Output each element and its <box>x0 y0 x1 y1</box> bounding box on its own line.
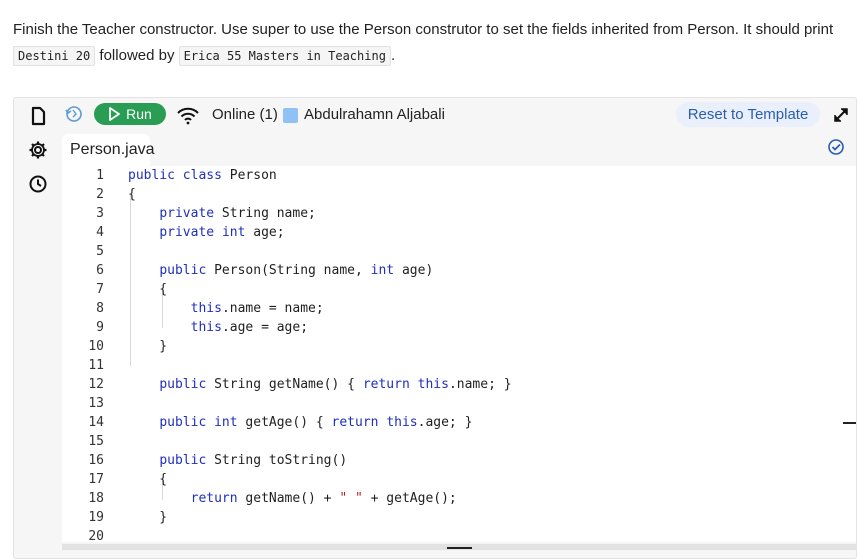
code-line[interactable]: 20 <box>62 527 856 542</box>
line-number: 12 <box>88 377 104 392</box>
code-line[interactable]: 2{ <box>62 185 856 204</box>
line-number: 7 <box>96 282 104 297</box>
code-text[interactable]: } <box>128 508 167 527</box>
user-name: Abdulrahamn Aljabali <box>304 106 445 123</box>
code-line[interactable]: 8 this.name = name; <box>62 299 856 318</box>
line-number: 8 <box>96 301 104 316</box>
reset-label: Reset to Template <box>687 106 809 123</box>
code-text[interactable]: this.name = name; <box>128 299 324 318</box>
code-line[interactable]: 5 <box>62 242 856 261</box>
code-editor[interactable]: 1 public class Person 2{3 private String n… <box>62 166 856 542</box>
code-line[interactable]: 17 { <box>62 470 856 489</box>
code-line[interactable]: 14 public int getAge() { return this.age… <box>62 413 856 432</box>
line-number: 3 <box>96 206 104 221</box>
code-text[interactable]: public String getName() { return this.na… <box>128 375 511 394</box>
code-line[interactable]: 16 public String toString() <box>62 451 856 470</box>
line-number: 11 <box>88 358 104 373</box>
line-number: 6 <box>96 263 104 278</box>
instructions: Finish the Teacher constructor. Use supe… <box>13 17 853 69</box>
check-circle-icon <box>827 138 845 156</box>
line-number: 20 <box>88 529 104 542</box>
code-line[interactable]: 15 <box>62 432 856 451</box>
code-text[interactable]: this.age = age; <box>128 318 308 337</box>
code-line[interactable]: 7 { <box>62 280 856 299</box>
play-icon <box>109 107 121 121</box>
editor-toolbar: Run Online (1) Abdulrahamn Aljabali Rese… <box>14 98 856 134</box>
line-number: 10 <box>88 339 104 354</box>
code-text[interactable]: private int age; <box>128 223 284 242</box>
instruction-text-1: Finish the Teacher constructor. Use supe… <box>13 21 834 38</box>
run-button[interactable]: Run <box>94 103 166 125</box>
line-number: 1 <box>96 168 104 183</box>
code-line[interactable]: 11 <box>62 356 856 375</box>
code-text[interactable]: } <box>128 337 167 356</box>
line-number: 18 <box>88 491 104 506</box>
code-text[interactable]: { <box>128 470 167 489</box>
code-line[interactable]: 3 private String name; <box>62 204 856 223</box>
tab-person-java[interactable]: Person.java <box>62 134 155 166</box>
expected-output-2: Erica 55 Masters in Teaching <box>178 46 391 66</box>
line-number: 14 <box>88 415 104 430</box>
line-number: 16 <box>88 453 104 468</box>
code-line[interactable]: 19 } <box>62 508 856 527</box>
clock-icon[interactable] <box>28 174 48 194</box>
line-number: 13 <box>88 396 104 411</box>
code-text[interactable]: public Person(String name, int age) <box>128 261 433 280</box>
code-text[interactable]: public class Person <box>128 166 277 185</box>
code-line[interactable]: 13 <box>62 394 856 413</box>
settings-gear-icon[interactable] <box>28 140 48 160</box>
wifi-icon <box>176 106 200 126</box>
instruction-text-3: . <box>390 47 396 64</box>
tab-label: Person.java <box>70 141 155 158</box>
code-editor-panel: Run Online (1) Abdulrahamn Aljabali Rese… <box>13 97 857 559</box>
code-text[interactable]: private String name; <box>128 204 316 223</box>
code-line[interactable]: 6 public Person(String name, int age) <box>62 261 856 280</box>
code-line[interactable]: 1 public class Person <box>62 166 856 185</box>
history-icon[interactable] <box>64 104 84 124</box>
line-number: 19 <box>88 510 104 525</box>
line-number: 5 <box>96 244 104 259</box>
line-number: 2 <box>96 187 104 202</box>
line-number: 15 <box>88 434 104 449</box>
expected-output-1: Destini 20 <box>13 46 96 66</box>
code-text[interactable]: public String toString() <box>128 451 347 470</box>
line-number: 9 <box>96 320 104 335</box>
code-text[interactable]: return getName() + " " + getAge(); <box>128 489 457 508</box>
code-line[interactable]: 18 return getName() + " " + getAge(); <box>62 489 856 508</box>
reset-to-template-button[interactable]: Reset to Template <box>676 102 820 127</box>
code-line[interactable]: 4 private int age; <box>62 223 856 242</box>
vertical-scroll-marker[interactable] <box>843 422 856 424</box>
line-number: 4 <box>96 225 104 240</box>
run-label: Run <box>126 106 152 122</box>
online-status: Online (1) <box>212 106 278 123</box>
code-line[interactable]: 9 this.age = age; <box>62 318 856 337</box>
code-text[interactable]: { <box>128 280 167 299</box>
file-icon[interactable] <box>28 106 48 126</box>
code-text[interactable]: { <box>128 185 136 204</box>
code-line[interactable]: 12 public String getName() { return this… <box>62 375 856 394</box>
expand-icon[interactable] <box>832 106 850 124</box>
instruction-text-2: followed by <box>99 47 175 64</box>
scrollbar-thumb[interactable] <box>447 547 472 549</box>
code-line[interactable]: 10 } <box>62 337 856 356</box>
user-color-indicator <box>283 108 298 123</box>
code-text[interactable]: public int getAge() { return this.age; } <box>128 413 472 432</box>
line-number: 17 <box>88 472 104 487</box>
